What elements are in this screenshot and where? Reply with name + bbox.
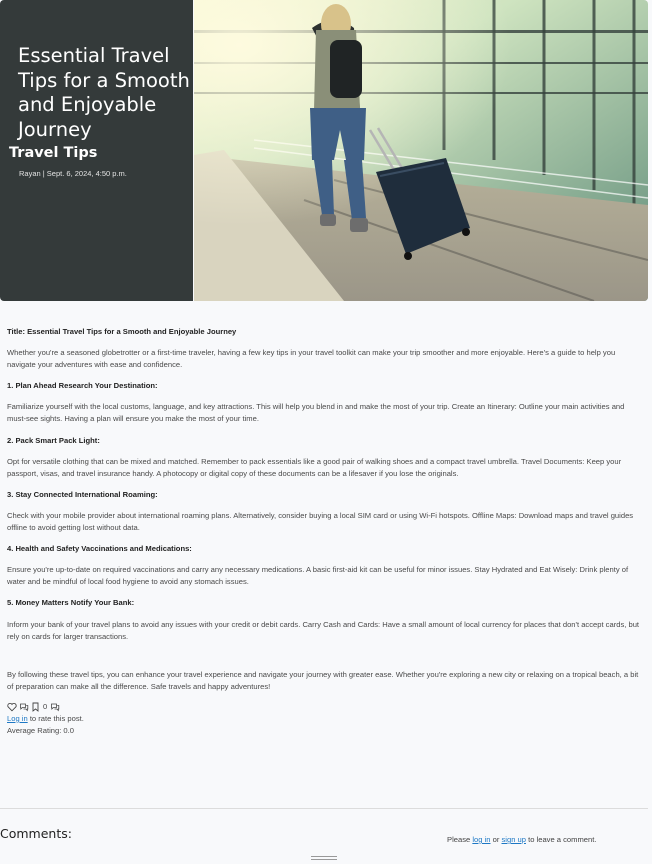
article-conclusion: By following these travel tips, you can … xyxy=(7,669,639,691)
comment-login-link[interactable]: log in xyxy=(472,835,490,844)
comment-icon[interactable] xyxy=(50,702,60,712)
bookmark-icon[interactable] xyxy=(31,702,40,712)
comment-login-prompt: Please log in or sign up to leave a comm… xyxy=(447,835,596,844)
comment-signup-link[interactable]: sign up xyxy=(501,835,526,844)
bookmark-count: 0 xyxy=(43,701,48,711)
post-title: Essential Travel Tips for a Smooth and E… xyxy=(18,44,190,141)
rate-login-link[interactable]: Log in xyxy=(7,714,28,723)
article-body: Title: Essential Travel Tips for a Smoot… xyxy=(7,318,643,737)
section-heading: 4. Health and Safety Vaccinations and Me… xyxy=(7,544,192,554)
article-intro: Whether you're a seasoned globetrotter o… xyxy=(7,348,616,370)
heart-icon[interactable] xyxy=(7,702,17,712)
post-meta: Rayan | Sept. 6, 2024, 4:50 p.m. xyxy=(19,169,127,178)
section-body: Opt for versatile clothing that can be m… xyxy=(7,456,622,478)
post-hero: Essential Travel Tips for a Smooth and E… xyxy=(0,0,648,301)
post-category: Travel Tips xyxy=(9,145,98,161)
section-heading: 5. Money Matters Notify Your Bank: xyxy=(7,598,135,608)
rate-prompt: Log in to rate this post. xyxy=(7,713,643,725)
section-heading: 1. Plan Ahead Research Your Destination: xyxy=(7,381,158,391)
average-rating: Average Rating: 0.0 xyxy=(7,725,74,735)
comment-prompt-or: or xyxy=(490,835,502,844)
comment-prompt-prefix: Please xyxy=(447,835,473,844)
reaction-bar: 0 xyxy=(7,701,643,713)
drag-handle[interactable] xyxy=(311,856,337,862)
section-body: Ensure you're up-to-date on required vac… xyxy=(7,565,629,587)
comment-icon[interactable] xyxy=(19,702,29,712)
rate-prompt-text: to rate this post. xyxy=(27,713,84,723)
section-body: Check with your mobile provider about in… xyxy=(7,510,634,533)
section-body: Inform your bank of your travel plans to… xyxy=(7,619,640,641)
section-body: Familiarize yourself with the local cust… xyxy=(7,402,625,424)
article-title-line: Title: Essential Travel Tips for a Smoot… xyxy=(7,327,237,336)
comment-prompt-suffix: to leave a comment. xyxy=(525,835,597,844)
section-divider xyxy=(0,808,648,809)
hero-title-panel: Essential Travel Tips for a Smooth and E… xyxy=(0,0,193,301)
comments-heading: Comments: xyxy=(0,826,72,841)
hero-image xyxy=(194,0,648,301)
section-heading: 3. Stay Connected International Roaming: xyxy=(7,489,158,499)
section-heading: 2. Pack Smart Pack Light: xyxy=(7,435,100,445)
